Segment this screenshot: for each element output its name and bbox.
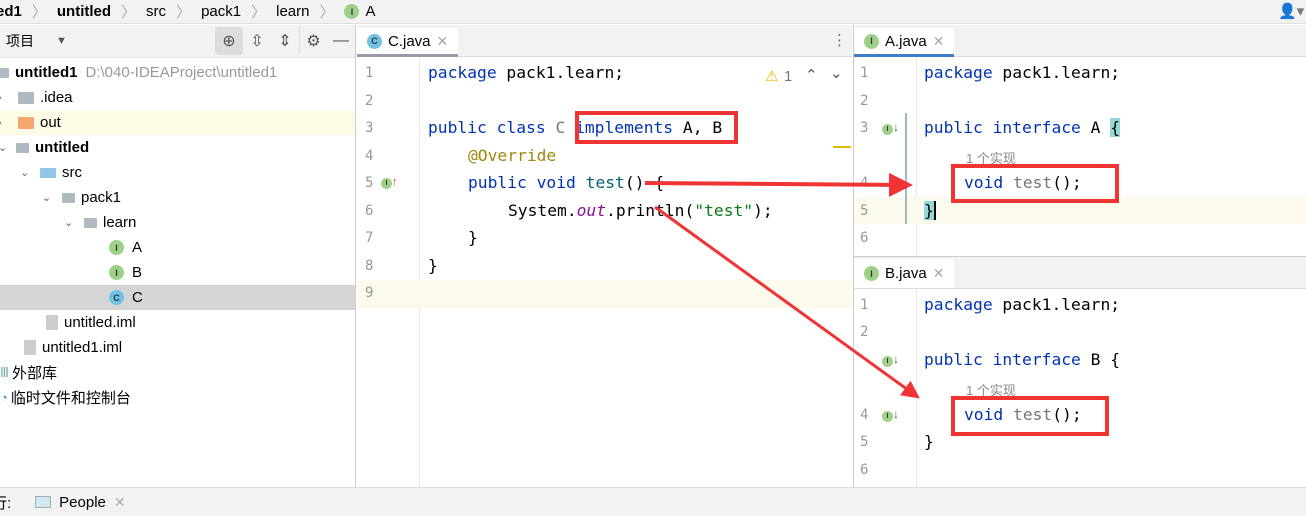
window-icon (35, 496, 52, 508)
people-tab[interactable]: People (59, 494, 106, 511)
annotation-arrows (644, 172, 920, 399)
arrow-to-b (654, 205, 920, 399)
bottom-prefix: 行: (0, 494, 12, 512)
arrow-to-a (644, 172, 913, 197)
bottom-bar: 行: People ✕ (0, 487, 1306, 516)
close-icon[interactable]: ✕ (114, 494, 126, 511)
